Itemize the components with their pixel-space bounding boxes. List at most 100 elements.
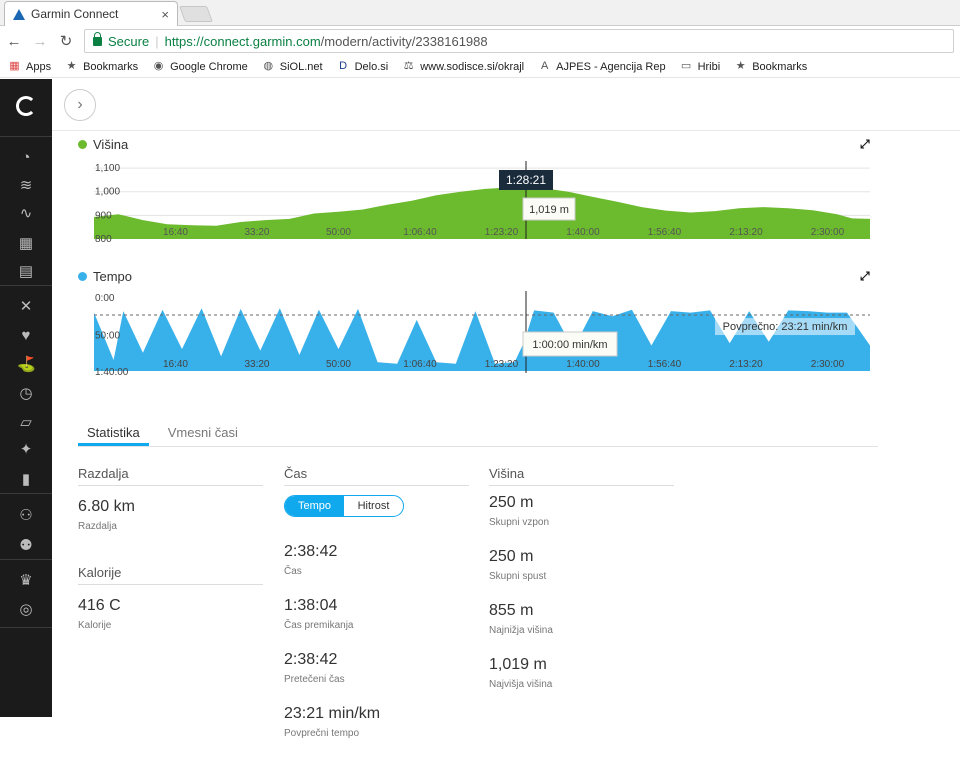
browser-tabstrip: Garmin Connect × — [0, 0, 960, 26]
x-tick-label: 16:40 — [163, 227, 188, 238]
y-tick-label: 800 — [95, 234, 112, 245]
heart-icon[interactable]: ♥ — [17, 327, 35, 345]
calories-label: Kalorije — [78, 620, 112, 631]
x-tick-label: 16:40 — [163, 359, 188, 370]
y-tick-label: 1,100 — [95, 163, 120, 174]
scales-icon: ⚖ — [403, 60, 414, 72]
stat-value: 1:38:04 — [284, 597, 338, 614]
x-tick-label: 1:06:40 — [403, 359, 437, 370]
pace-speed-toggle: Tempo Hitrost — [284, 495, 404, 517]
pace-legend-dot — [78, 272, 87, 281]
cursor-value-label: 1:00:00 min/km — [532, 339, 607, 351]
golf-icon[interactable]: ⛳ — [17, 356, 36, 374]
altitude-legend-dot — [78, 140, 87, 149]
bookmark-item[interactable]: ◍ SiOL.net — [262, 60, 322, 73]
stopwatch-icon[interactable]: ◷ — [17, 385, 35, 403]
url-path: /modern/activity/2338161988 — [320, 33, 488, 49]
stat-value: 2:38:42 — [284, 651, 338, 668]
dashboard-icon[interactable]: ◔ — [17, 149, 35, 167]
stat-value: 250 m — [489, 548, 534, 565]
sidebar-divider — [0, 559, 52, 560]
fullscreen-icon[interactable]: ⤢ — [860, 137, 870, 152]
stat-label: Najnižja višina — [489, 625, 553, 636]
tab-vmesni-casi[interactable]: Vmesni časi — [159, 421, 247, 446]
pace-chart-title: Tempo — [78, 269, 132, 284]
page-header: › — [52, 79, 960, 131]
expand-sidebar-button[interactable]: › — [64, 89, 96, 121]
groups-icon[interactable]: ⚉ — [17, 537, 35, 555]
back-arrow-icon[interactable]: ← — [6, 33, 22, 50]
sidebar-divider — [0, 136, 52, 137]
cursor-value-label: 1,019 m — [529, 204, 569, 216]
bookmark-item[interactable]: ★ Bookmarks — [734, 60, 807, 73]
bookmark-item[interactable]: ▦ Apps — [8, 60, 51, 73]
browser-toolbar: ← → ↻ Secure | https://connect.garmin.co… — [0, 26, 960, 56]
connections-icon[interactable]: ⚇ — [17, 507, 35, 525]
stat-label: Najvišja višina — [489, 679, 553, 690]
distance-label: Razdalja — [78, 521, 117, 532]
bookmark-item[interactable]: ▭ Hribi — [680, 60, 720, 73]
distance-value: 6.80 km — [78, 498, 135, 515]
stat-item: 250 m Skupni vzpon — [489, 494, 674, 528]
bookmark-item[interactable]: A AJPES - Agencija Rep — [538, 60, 666, 73]
bookmark-item[interactable]: ⚖ www.sodisce.si/okrajl — [402, 60, 524, 73]
fitness-icon[interactable]: ✕ — [17, 298, 35, 316]
lock-icon — [93, 31, 102, 46]
stat-label: Skupni spust — [489, 571, 547, 582]
new-tab-button[interactable] — [179, 6, 213, 22]
stat-label: Povprečni tempo — [284, 728, 360, 739]
calendar-icon[interactable]: ▦ — [17, 235, 35, 253]
time-heading: Čas — [284, 466, 469, 486]
elevation-heading: Višina — [489, 466, 674, 486]
forward-arrow-icon[interactable]: → — [32, 33, 48, 50]
stat-label: Pretečeni čas — [284, 674, 345, 685]
bookmark-item[interactable]: ★ Bookmarks — [65, 60, 138, 73]
shoe-icon[interactable]: ▱ — [17, 414, 35, 432]
sidebar: ◔ ≋ ∿ ▦ ▤ ✕ ♥ ⛳ ◷ ▱ ✦ ▮ ⚇ ⚉ ♛ ◎ — [0, 79, 52, 717]
url-separator: | — [155, 33, 159, 49]
trophy-icon[interactable]: ♛ — [17, 572, 35, 590]
x-tick-label: 1:40:00 — [566, 227, 600, 238]
close-tab-icon[interactable]: × — [161, 7, 169, 22]
chrome-icon: ◉ — [153, 60, 164, 72]
bookmark-label: Apps — [26, 60, 52, 73]
bookmark-label: Delo.si — [354, 60, 389, 73]
reload-icon[interactable]: ↻ — [58, 32, 74, 50]
apps-icon: ▦ — [9, 60, 20, 72]
toggle-tempo[interactable]: Tempo — [285, 496, 344, 516]
browser-tab[interactable]: Garmin Connect × — [4, 1, 178, 26]
toggle-hitrost[interactable]: Hitrost — [344, 496, 403, 516]
bookmark-label: AJPES - Agencija Rep — [556, 60, 666, 73]
lightbulb-icon[interactable]: ✦ — [17, 441, 35, 459]
garmin-connect-logo-icon[interactable] — [16, 96, 36, 116]
main-content: › Višina ⤢ 1,100 1,000 900 800 16:40 33:20 50:… — [52, 79, 960, 739]
target-icon[interactable]: ◎ — [17, 601, 35, 619]
bar-chart-icon[interactable]: ▮ — [17, 471, 35, 489]
address-bar[interactable]: Secure | https://connect.garmin.com/mode… — [84, 29, 954, 53]
news-icon[interactable]: ▤ — [17, 263, 35, 281]
tab-statistika[interactable]: Statistika — [78, 421, 149, 446]
average-label: Povprečno: 23:21 min/km — [723, 321, 848, 333]
layers-icon[interactable]: ≋ — [17, 177, 35, 195]
activity-icon[interactable]: ∿ — [17, 205, 35, 223]
x-tick-label: 2:30:00 — [811, 227, 845, 238]
x-tick-label: 2:13:20 — [729, 227, 763, 238]
y-tick-label: 1,000 — [95, 187, 120, 198]
siol-icon: ◍ — [263, 60, 274, 72]
y-tick-label: 900 — [95, 210, 112, 221]
fullscreen-icon[interactable]: ⤢ — [860, 269, 870, 284]
bookmark-label: Bookmarks — [83, 60, 139, 73]
y-tick-label: 0:00 — [95, 293, 115, 304]
stat-label: Čas — [284, 566, 302, 577]
cursor-time-label: 1:28:21 — [506, 173, 546, 187]
altitude-chart: 1,100 1,000 900 800 16:40 33:20 50:00 1:06:40 1:… — [94, 161, 870, 245]
bookmark-item[interactable]: ◉ Google Chrome — [152, 60, 248, 73]
stat-item: 855 m Najnižja višina — [489, 602, 674, 636]
pace-title-text: Tempo — [93, 269, 133, 284]
time-stats-list: 2:38:42 Čas 1:38:04 Čas premikanja 2:38:42 Pr… — [284, 543, 469, 739]
bookmark-item[interactable]: D Delo.si — [337, 60, 389, 73]
bookmark-label: Google Chrome — [170, 60, 248, 73]
x-tick-label: 1:23:20 — [485, 227, 519, 238]
url-host: https://connect.garmin.com — [164, 33, 321, 49]
elevation-column: Višina 250 m Skupni vzpon 250 m Skupni spus… — [489, 466, 674, 710]
